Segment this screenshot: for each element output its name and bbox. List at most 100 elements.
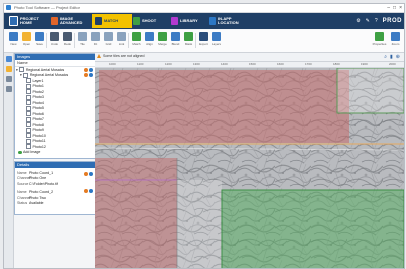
checkbox[interactable]: [19, 67, 25, 73]
help-icon[interactable]: ?: [375, 18, 378, 24]
chevron-down-icon[interactable]: ▾: [16, 68, 18, 72]
export-button[interactable]: Export: [198, 32, 209, 46]
map-canvas[interactable]: [95, 68, 404, 268]
checkbox[interactable]: [26, 100, 31, 106]
checkbox[interactable]: [26, 133, 31, 139]
brand-logo: PROD: [382, 18, 402, 24]
info-icon[interactable]: [89, 189, 93, 193]
red-tile-top[interactable]: [99, 70, 349, 143]
tree-items: Layer1 Photo1 Photo2 Photo3 Photo4 Photo5 Phot…: [16, 78, 95, 150]
button-label: Mask: [184, 42, 193, 46]
list-item-label: Photo11: [32, 139, 46, 144]
link-button[interactable]: Link: [116, 32, 127, 46]
checkbox[interactable]: [26, 122, 31, 128]
detail-value: Photo One: [29, 176, 47, 181]
info-icon[interactable]: [89, 172, 93, 176]
layers-button[interactable]: Layers: [211, 32, 222, 46]
tile-icon: [78, 32, 87, 41]
tile-top-right[interactable]: [337, 68, 404, 113]
checkbox[interactable]: [26, 83, 31, 89]
checkbox[interactable]: [26, 127, 31, 133]
detail-value: Photo Coord_1: [29, 170, 54, 175]
blend-button[interactable]: Blend: [170, 32, 181, 46]
red-tile-bottom-left[interactable]: [95, 158, 177, 268]
fit-button[interactable]: Fit: [90, 32, 101, 46]
chevron-down-icon[interactable]: ▾: [20, 73, 22, 77]
zoom-in-icon[interactable]: ⊕: [396, 54, 400, 60]
layers-icon: [212, 32, 221, 41]
checkbox[interactable]: [26, 89, 31, 95]
open-button[interactable]: Open: [21, 32, 32, 46]
tab-match[interactable]: MATCH: [92, 14, 132, 28]
list-item-label: Photo10: [32, 133, 46, 138]
layers-icon[interactable]: [5, 76, 12, 82]
new-button[interactable]: New: [8, 32, 19, 46]
search-icon[interactable]: [5, 56, 12, 62]
green-tile[interactable]: [222, 190, 404, 268]
checkbox[interactable]: [23, 72, 29, 78]
mask-icon: [184, 32, 193, 41]
wrench-icon[interactable]: ✎: [366, 18, 370, 24]
edit-icon[interactable]: [84, 73, 88, 77]
mask-button[interactable]: Mask: [183, 32, 194, 46]
settings-icon[interactable]: [5, 86, 12, 92]
toolbar: New Open Save Undo Redo Tile Fit Grid Link Match A…: [4, 30, 404, 53]
checkbox[interactable]: [26, 116, 31, 122]
add-image-row[interactable]: Add Image: [16, 150, 95, 156]
list-item-label: Photo4: [32, 100, 44, 105]
edit-icon[interactable]: [84, 172, 88, 176]
grid-button[interactable]: Grid: [103, 32, 114, 46]
edit-icon[interactable]: [84, 67, 88, 72]
info-icon[interactable]: [89, 73, 93, 77]
checkbox[interactable]: [26, 105, 31, 111]
button-label: Zoom: [391, 42, 400, 46]
pin-icon[interactable]: ▮: [390, 54, 393, 60]
ruler-tick: 1800: [333, 62, 340, 66]
checkbox[interactable]: [26, 111, 31, 117]
undo-button[interactable]: Undo: [49, 32, 60, 46]
new-icon: [9, 32, 18, 41]
tab-library[interactable]: LIBRARY: [168, 14, 208, 28]
tab-shoot[interactable]: SHOOT: [130, 14, 170, 28]
tab-image-advanced[interactable]: IMAGE ADVANCED: [48, 14, 94, 28]
minimize-icon[interactable]: –: [387, 4, 390, 12]
checkbox[interactable]: [26, 94, 31, 100]
checkbox[interactable]: [26, 144, 31, 150]
tile-button[interactable]: Tile: [77, 32, 88, 46]
match-button[interactable]: Match: [131, 32, 142, 46]
tab-project-home[interactable]: PROJECT HOME: [6, 14, 50, 28]
tab-in-app-location[interactable]: IN-APP LOCATION: [206, 14, 256, 28]
view-tab[interactable]: Some tiles are not aligned: [97, 54, 145, 58]
merge-button[interactable]: Merge: [157, 32, 168, 46]
panel-tab[interactable]: Name: [15, 60, 95, 67]
save-button[interactable]: Save: [34, 32, 45, 46]
images-panel: Images Name ▾ Regional Aerial Mosaics ▾ …: [14, 53, 96, 159]
list-item-label: Photo9: [32, 128, 44, 133]
button-label: Grid: [105, 42, 112, 46]
search-icon[interactable]: ⌕: [384, 54, 387, 60]
maximize-icon[interactable]: □: [393, 4, 396, 12]
tab-label: MATCH: [104, 18, 119, 23]
link-icon: [117, 32, 126, 41]
details-panel: Details Name Photo Coord_1 Channel Photo On…: [14, 161, 96, 215]
folder-icon[interactable]: [5, 66, 12, 72]
edit-icon[interactable]: [84, 189, 88, 193]
list-item-label: Photo5: [32, 106, 44, 111]
info-icon[interactable]: [89, 67, 93, 72]
gray-tile[interactable]: [177, 180, 222, 268]
list-item-label: Photo1: [32, 84, 44, 89]
toolbar-separator: [74, 33, 75, 48]
detail-key: Name: [17, 190, 27, 195]
checkbox[interactable]: [26, 138, 31, 144]
align-button[interactable]: Align: [144, 32, 155, 46]
gear-icon[interactable]: ⚙: [356, 18, 360, 24]
checkbox[interactable]: [26, 78, 31, 84]
add-icon[interactable]: [18, 150, 22, 154]
match-icon: [132, 32, 141, 41]
zoom-button[interactable]: Zoom: [390, 32, 401, 46]
redo-button[interactable]: Redo: [62, 32, 73, 46]
properties-button[interactable]: Properties: [373, 32, 386, 46]
close-icon[interactable]: ×: [399, 4, 402, 12]
image-icon: [51, 17, 58, 25]
button-label: Layers: [211, 42, 221, 46]
